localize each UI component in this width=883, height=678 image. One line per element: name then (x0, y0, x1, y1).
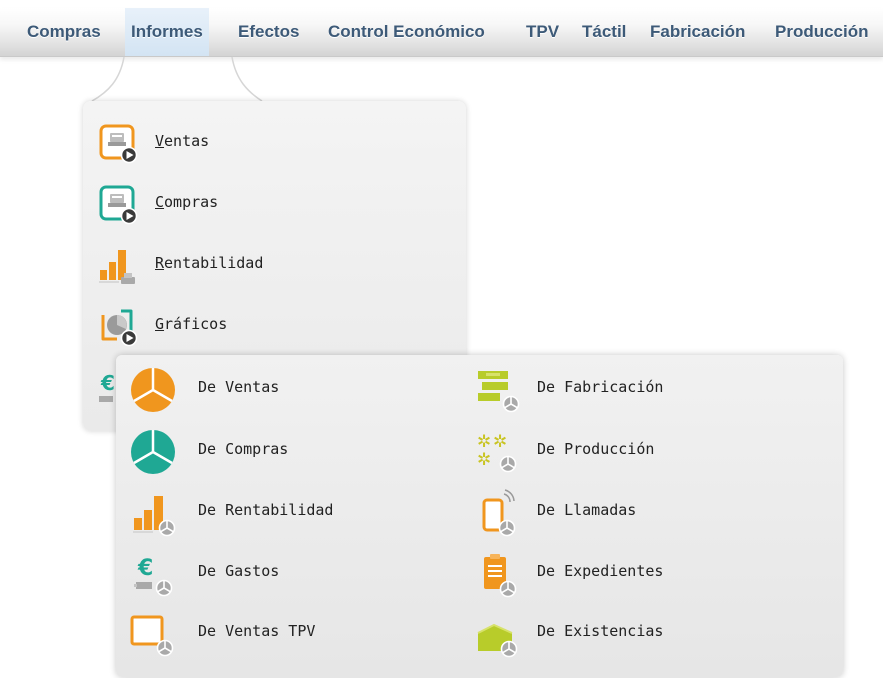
svg-text:✲: ✲ (477, 432, 491, 452)
manufacturing-chart-icon (478, 371, 520, 413)
graficos-item-ventas[interactable]: De Ventas (128, 363, 458, 415)
svg-text:€: € (137, 556, 153, 581)
profitability-chart-icon (133, 496, 176, 537)
graficos-item-llamadas[interactable]: De Llamadas (474, 486, 804, 538)
svg-text:✲: ✲ (493, 432, 507, 452)
informes-label-ventas: Ventas (155, 132, 210, 150)
graficos-label-produccion: De Producción (537, 440, 655, 458)
graficos-item-rentabilidad[interactable]: De Rentabilidad (128, 486, 458, 538)
graficos-label-compras: De Compras (198, 440, 289, 458)
informes-label-rentabilidad: Rentabilidad (155, 254, 264, 272)
graficos-item-produccion[interactable]: ✲ ✲ ✲ De Producción (474, 425, 804, 477)
informes-label-graficos: Gráficos (155, 315, 228, 333)
graficos-label-llamadas: De Llamadas (537, 501, 637, 519)
graficos-item-existencias[interactable]: De Existencias (474, 607, 804, 659)
dropdown-connector (91, 56, 263, 102)
graficos-label-expedientes: De Expedientes (537, 562, 664, 580)
svg-text:✲: ✲ (477, 450, 491, 470)
purchases-report-icon (99, 185, 138, 225)
informes-label-compras: Compras (155, 193, 219, 211)
graficos-submenu: De Ventas De Compras De Rentabilidad € D… (116, 355, 843, 677)
informes-item-rentabilidad[interactable]: Rentabilidad (97, 240, 447, 290)
graficos-item-ventas-tpv[interactable]: De Ventas TPV (128, 607, 458, 659)
graficos-item-expedientes[interactable]: De Expedientes (474, 547, 804, 599)
sales-pie-icon (131, 368, 175, 412)
graficos-label-rentabilidad: De Rentabilidad (198, 501, 334, 519)
calls-chart-icon (482, 489, 516, 537)
svg-text:€: € (100, 371, 115, 395)
graficos-label-ventas-tpv: De Ventas TPV (198, 622, 316, 640)
production-chart-icon: ✲ ✲ ✲ (477, 432, 517, 473)
graficos-item-compras[interactable]: De Compras (128, 425, 458, 477)
records-chart-icon (484, 554, 517, 598)
informes-item-compras[interactable]: Compras (97, 179, 447, 229)
graficos-label-ventas: De Ventas (198, 378, 280, 396)
graficos-item-gastos[interactable]: € De Gastos (128, 547, 458, 599)
purchases-pie-icon (131, 430, 175, 474)
sales-report-icon (99, 124, 138, 164)
expenses-chart-icon: € (134, 556, 173, 597)
charts-icon (101, 309, 138, 347)
pos-sales-chart-icon (130, 615, 174, 657)
profitability-icon (99, 250, 135, 284)
stock-chart-icon (477, 623, 518, 658)
graficos-item-fabricacion[interactable]: De Fabricación (474, 363, 804, 415)
graficos-label-fabricacion: De Fabricación (537, 378, 664, 396)
informes-item-graficos[interactable]: Gráficos (97, 301, 447, 351)
informes-item-ventas[interactable]: Ventas (97, 118, 447, 168)
graficos-label-gastos: De Gastos (198, 562, 280, 580)
graficos-label-existencias: De Existencias (537, 622, 664, 640)
